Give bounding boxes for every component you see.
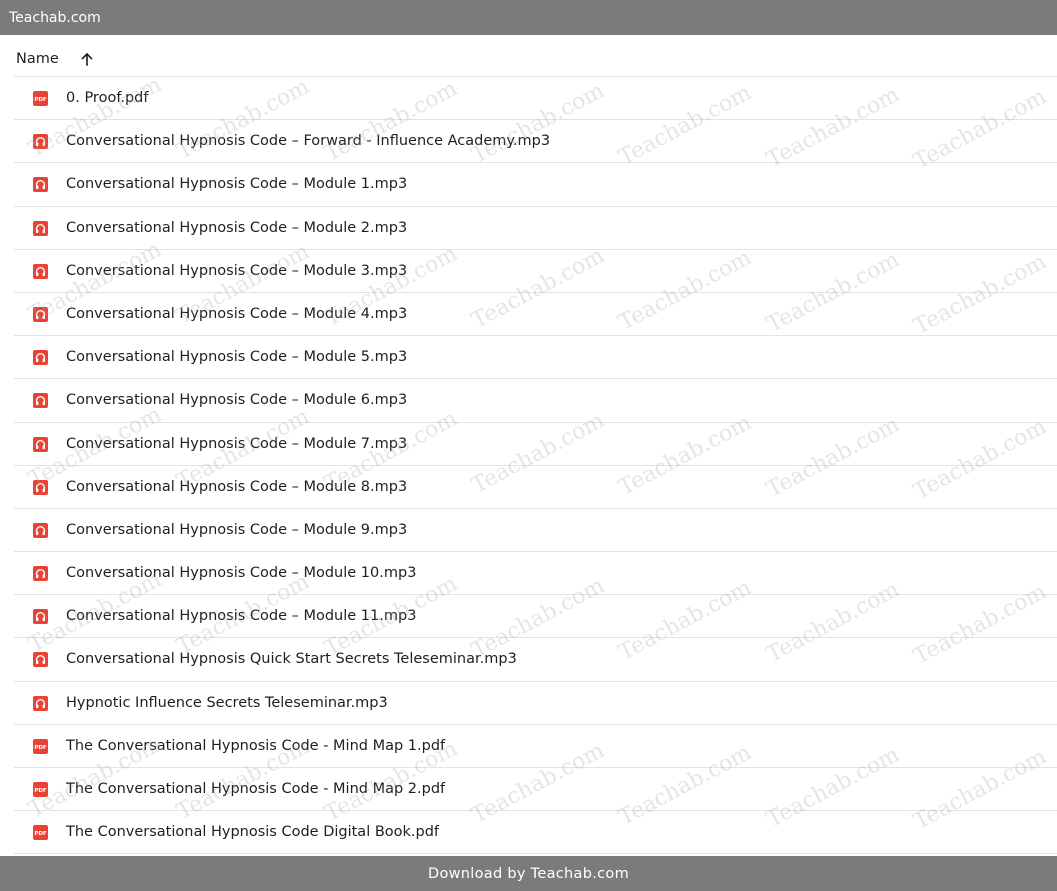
audio-file-icon	[33, 609, 48, 625]
file-row[interactable]: Conversational Hypnosis Code – Module 6.…	[14, 379, 1057, 423]
audio-file-icon	[33, 263, 48, 279]
audio-file-icon	[33, 350, 48, 366]
file-row[interactable]: Conversational Hypnosis Code – Module 9.…	[14, 509, 1057, 553]
svg-text:PDF: PDF	[34, 831, 47, 837]
svg-text:PDF: PDF	[34, 97, 47, 103]
file-name: Conversational Hypnosis Code – Module 6.…	[66, 392, 408, 409]
file-row[interactable]: PDF The Conversational Hypnosis Code Digi…	[14, 811, 1057, 855]
window-title: Teachab.com	[9, 10, 101, 26]
pdf-icon: PDF	[33, 738, 48, 754]
file-row[interactable]: PDF 0. Proof.pdf	[14, 77, 1057, 121]
column-header: Name	[14, 35, 1057, 77]
file-row[interactable]: Conversational Hypnosis Code – Module 11…	[14, 595, 1057, 639]
file-name: Conversational Hypnosis Code – Module 1.…	[66, 176, 408, 193]
file-row[interactable]: Conversational Hypnosis Code – Forward -…	[14, 120, 1057, 164]
pdf-icon: PDF	[33, 782, 48, 797]
file-row[interactable]: Conversational Hypnosis Code – Module 4.…	[14, 293, 1057, 337]
svg-text:PDF: PDF	[34, 745, 47, 751]
file-name: The Conversational Hypnosis Code - Mind …	[66, 781, 446, 797]
file-list: PDF 0. Proof.pdf Conversational Hypnosis C…	[14, 77, 1057, 855]
audio-file-icon	[33, 393, 48, 409]
name-column-header[interactable]: Name	[16, 50, 59, 68]
file-name: Conversational Hypnosis Code – Module 7.…	[66, 435, 408, 452]
audio-file-icon	[33, 436, 48, 452]
file-row[interactable]: Conversational Hypnosis Code – Module 8.…	[14, 466, 1057, 509]
file-name: Conversational Hypnosis Code – Module 8.…	[66, 478, 408, 495]
file-row[interactable]: Conversational Hypnosis Code – Module 2.…	[14, 207, 1057, 250]
file-name: The Conversational Hypnosis Code Digital…	[66, 824, 440, 841]
file-name: Conversational Hypnosis Code – Module 10…	[66, 565, 417, 582]
footer-bar: Download by Teachab.com	[0, 856, 1057, 891]
audio-file-icon	[33, 220, 48, 236]
pdf-icon: PDF	[33, 91, 48, 106]
file-name: Conversational Hypnosis Code – Forward -…	[66, 133, 551, 150]
file-row[interactable]: Conversational Hypnosis Quick Start Secr…	[14, 638, 1057, 682]
file-name: Conversational Hypnosis Code – Module 2.…	[66, 219, 408, 236]
svg-text:PDF: PDF	[34, 788, 47, 794]
audio-file-icon	[33, 306, 48, 322]
file-row[interactable]: PDF The Conversational Hypnosis Code - Mi…	[14, 768, 1057, 812]
file-name: Conversational Hypnosis Quick Start Secr…	[66, 651, 517, 668]
arrow-up-icon[interactable]	[80, 50, 94, 68]
file-row[interactable]: PDF The Conversational Hypnosis Code - Mi…	[14, 725, 1057, 768]
file-name: Conversational Hypnosis Code – Module 4.…	[66, 305, 408, 322]
footer-text: Download by Teachab.com	[427, 866, 629, 882]
pdf-icon: PDF	[33, 825, 48, 841]
file-row[interactable]: Conversational Hypnosis Code – Module 3.…	[14, 250, 1057, 293]
file-row[interactable]: Conversational Hypnosis Code – Module 7.…	[14, 423, 1057, 466]
file-name: Conversational Hypnosis Code – Module 5.…	[66, 349, 408, 366]
audio-file-icon	[33, 177, 48, 193]
file-name: Conversational Hypnosis Code – Module 11…	[66, 608, 417, 625]
audio-file-icon	[33, 134, 48, 150]
audio-file-icon	[33, 652, 48, 668]
file-name: 0. Proof.pdf	[66, 90, 149, 106]
top-bar: Teachab.com	[0, 0, 1057, 35]
file-name: Hypnotic Influence Secrets Teleseminar.m…	[66, 694, 388, 711]
audio-file-icon	[33, 566, 48, 582]
file-name: The Conversational Hypnosis Code - Mind …	[66, 737, 446, 754]
file-row[interactable]: Conversational Hypnosis Code – Module 5.…	[14, 336, 1057, 380]
file-name: Conversational Hypnosis Code – Module 3.…	[66, 262, 408, 279]
audio-file-icon	[33, 695, 48, 711]
file-row[interactable]: Conversational Hypnosis Code – Module 1.…	[14, 163, 1057, 207]
file-row[interactable]: Conversational Hypnosis Code – Module 10…	[14, 552, 1057, 596]
file-name: Conversational Hypnosis Code – Module 9.…	[66, 521, 408, 538]
audio-file-icon	[33, 522, 48, 538]
audio-file-icon	[33, 479, 48, 495]
file-row[interactable]: Hypnotic Influence Secrets Teleseminar.m…	[14, 682, 1057, 725]
